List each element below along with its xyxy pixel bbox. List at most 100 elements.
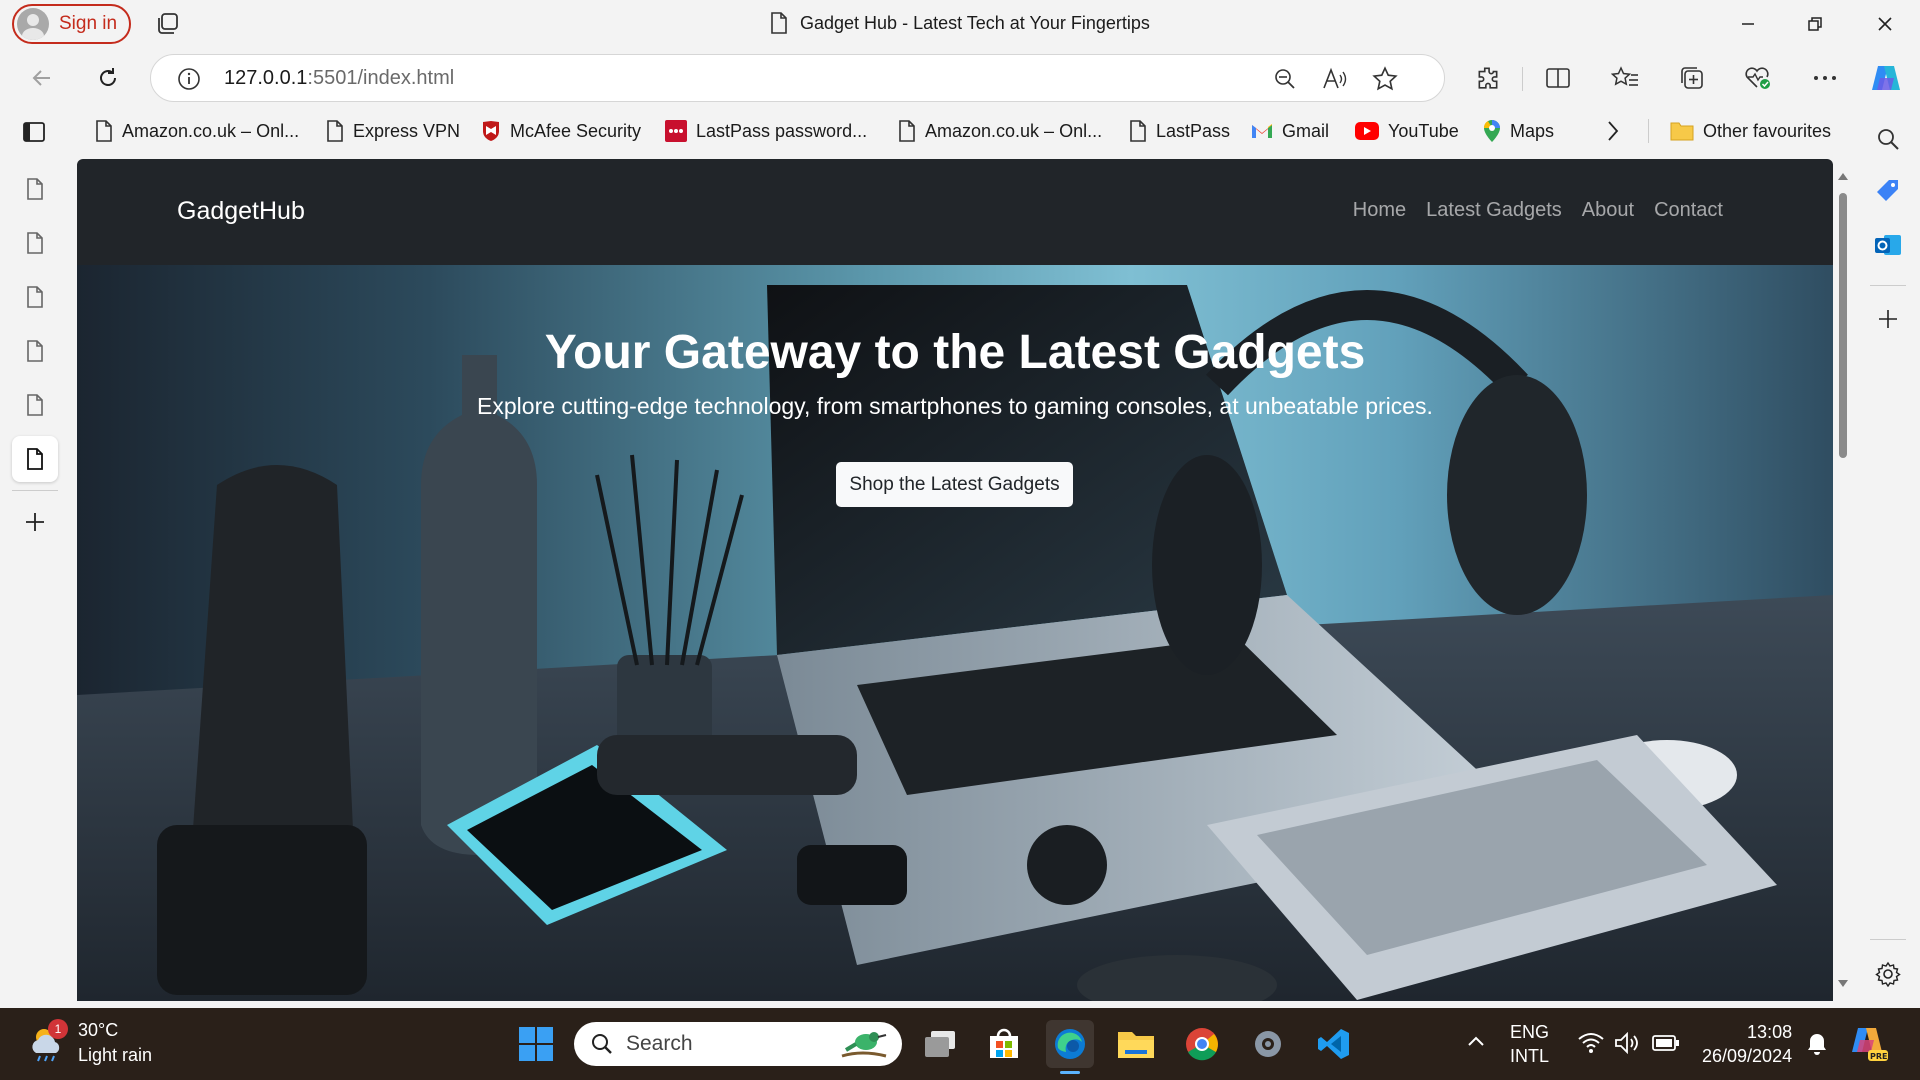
- shopping-tag-icon[interactable]: [1866, 169, 1910, 213]
- nav-link-home[interactable]: Home: [1353, 199, 1406, 222]
- new-tab-button[interactable]: [12, 499, 58, 545]
- copilot-icon[interactable]: [1866, 58, 1906, 98]
- site-info-icon[interactable]: [173, 63, 205, 95]
- title-bar: Sign in Gadget Hub - Latest Tech at Your…: [0, 0, 1920, 49]
- page-icon: [1130, 120, 1146, 142]
- tab-item[interactable]: [12, 328, 58, 374]
- favourite-item[interactable]: Gmail: [1251, 117, 1329, 145]
- window-title-text: Gadget Hub - Latest Tech at Your Fingert…: [800, 12, 1150, 33]
- back-button[interactable]: [22, 58, 62, 98]
- shop-latest-gadgets-button[interactable]: Shop the Latest Gadgets: [836, 462, 1073, 507]
- gmail-icon: [1252, 124, 1272, 138]
- workspaces-icon[interactable]: [155, 12, 181, 36]
- scroll-down-icon[interactable]: [1837, 979, 1849, 989]
- search-icon: [592, 1034, 612, 1054]
- favourite-item[interactable]: Amazon.co.uk – Onl...: [95, 117, 299, 145]
- maps-icon: [1483, 120, 1500, 142]
- more-menu-icon[interactable]: [1805, 58, 1845, 98]
- vertical-tab-strip: [0, 107, 72, 1007]
- search-icon[interactable]: [1866, 117, 1910, 161]
- chrome-icon[interactable]: [1178, 1020, 1226, 1068]
- scroll-up-icon[interactable]: [1837, 171, 1849, 181]
- collections-icon[interactable]: [1672, 58, 1712, 98]
- volume-icon[interactable]: [1614, 1031, 1640, 1059]
- favourite-item[interactable]: McAfee Security: [481, 117, 641, 145]
- favourite-item[interactable]: LastPass password...: [665, 117, 867, 145]
- read-aloud-icon[interactable]: [1319, 63, 1351, 95]
- microsoft-store-icon[interactable]: [980, 1020, 1028, 1068]
- nav-link-about[interactable]: About: [1582, 199, 1634, 222]
- show-hidden-icons-chevron-icon[interactable]: [1466, 1034, 1486, 1053]
- favourite-item[interactable]: LastPass: [1129, 117, 1230, 145]
- favourite-item[interactable]: YouTube: [1355, 117, 1459, 145]
- mcafee-icon: [483, 121, 499, 141]
- address-bar[interactable]: 127.0.0.1:5501/index.html: [150, 54, 1445, 102]
- tab-item[interactable]: [12, 382, 58, 428]
- chevron-right-icon[interactable]: [1606, 119, 1620, 148]
- tab-item[interactable]: [12, 166, 58, 212]
- page-icon: [27, 394, 43, 416]
- weather-rain-icon: 1: [28, 1019, 68, 1063]
- lastpass-icon: [665, 120, 687, 142]
- scroll-thumb[interactable]: [1839, 193, 1847, 458]
- extensions-icon[interactable]: [1468, 58, 1508, 98]
- page-icon: [27, 232, 43, 254]
- vscode-icon[interactable]: [1310, 1020, 1358, 1068]
- active-app-indicator: [1060, 1071, 1080, 1074]
- favourite-item[interactable]: Amazon.co.uk – Onl...: [898, 117, 1102, 145]
- browser-essentials-icon[interactable]: [1738, 58, 1778, 98]
- clock[interactable]: 13:08 26/09/2024: [1702, 1020, 1792, 1068]
- favorites-icon[interactable]: [1605, 58, 1645, 98]
- tab-item[interactable]: [12, 274, 58, 320]
- sidebar-divider: [1870, 285, 1906, 286]
- page-scrollbar[interactable]: [1833, 159, 1853, 1001]
- weather-widget[interactable]: 1 30°C Light rain: [28, 1018, 152, 1068]
- sign-in-label: Sign in: [59, 13, 118, 34]
- hero-title: Your Gateway to the Latest Gadgets: [544, 326, 1366, 379]
- close-button[interactable]: [1862, 8, 1908, 40]
- wifi-icon[interactable]: [1578, 1032, 1604, 1059]
- sign-in-button[interactable]: Sign in: [12, 4, 131, 44]
- split-screen-icon[interactable]: [1538, 58, 1578, 98]
- other-favourites[interactable]: Other favourites: [1670, 117, 1831, 145]
- notification-bell-icon[interactable]: [1806, 1032, 1828, 1061]
- weather-desc: Light rain: [78, 1045, 153, 1065]
- refresh-button[interactable]: [88, 58, 128, 98]
- favorite-star-icon[interactable]: [1369, 63, 1401, 95]
- tab-divider: [12, 490, 58, 491]
- avatar: [17, 8, 49, 40]
- settings-gear-icon[interactable]: [1866, 952, 1910, 996]
- youtube-icon: [1355, 122, 1379, 140]
- tab-item-active[interactable]: [12, 436, 58, 482]
- tab-item[interactable]: [12, 220, 58, 266]
- zoom-out-icon[interactable]: [1269, 63, 1301, 95]
- restore-button[interactable]: [1792, 8, 1838, 40]
- edge-taskbar-icon[interactable]: [1046, 1020, 1094, 1074]
- notification-badge: 1: [48, 1019, 68, 1039]
- task-view-icon[interactable]: [916, 1020, 964, 1068]
- outlook-icon[interactable]: [1866, 223, 1910, 267]
- nav-link-contact[interactable]: Contact: [1654, 199, 1723, 222]
- nav-link-latest-gadgets[interactable]: Latest Gadgets: [1426, 199, 1562, 222]
- add-sidebar-app-icon[interactable]: [1866, 297, 1910, 341]
- battery-icon[interactable]: [1652, 1034, 1680, 1057]
- file-explorer-icon[interactable]: [1112, 1020, 1160, 1068]
- url-text[interactable]: 127.0.0.1:5501/index.html: [224, 67, 454, 90]
- copilot-pre-icon[interactable]: PRE: [1850, 1024, 1888, 1067]
- language-indicator[interactable]: ENG INTL: [1510, 1020, 1549, 1068]
- page-icon: [96, 120, 112, 142]
- minimize-button[interactable]: [1725, 8, 1771, 40]
- weather-temp: 30°C: [78, 1020, 119, 1040]
- taskbar-search[interactable]: Search: [574, 1022, 902, 1066]
- clock-date: 26/09/2024: [1702, 1046, 1793, 1066]
- search-highlight-bird-icon: [841, 1032, 887, 1058]
- site-navbar: GadgetHub Home Latest Gadgets About Cont…: [77, 159, 1833, 265]
- favourite-item[interactable]: Express VPN: [326, 117, 460, 145]
- plus-icon: [26, 513, 44, 531]
- page-icon: [27, 448, 43, 470]
- settings-app-icon[interactable]: [1244, 1020, 1292, 1068]
- site-brand[interactable]: GadgetHub: [177, 197, 305, 226]
- start-button[interactable]: [512, 1020, 560, 1068]
- favourite-item[interactable]: Maps: [1483, 117, 1554, 145]
- page-viewport: GadgetHub Home Latest Gadgets About Cont…: [77, 159, 1833, 1001]
